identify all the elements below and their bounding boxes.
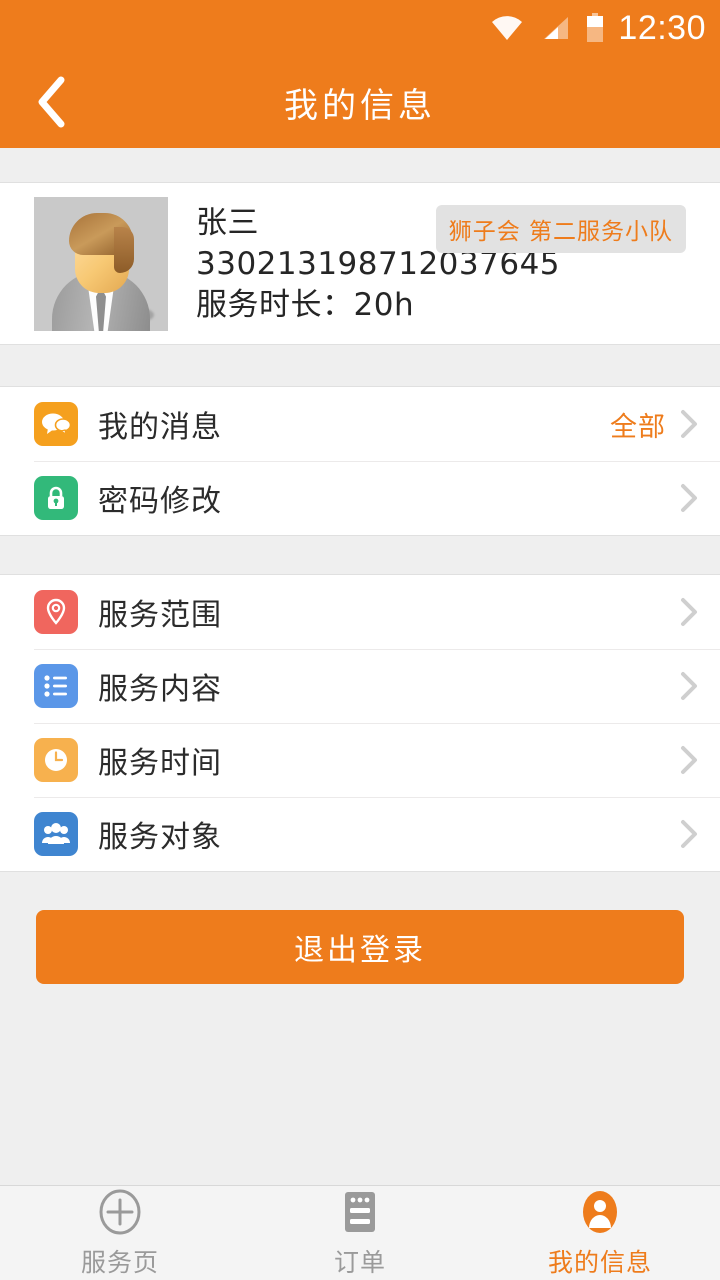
menu-item-value: 全部 — [610, 411, 666, 443]
logout-button[interactable]: 退出登录 — [36, 910, 684, 984]
menu-item-service-time[interactable]: 服务时间 — [0, 723, 720, 797]
tab-label: 服务页 — [80, 1247, 159, 1277]
app-header: 我的信息 — [0, 56, 720, 148]
wifi-icon — [492, 16, 523, 40]
lock-icon — [34, 476, 78, 520]
avatar[interactable] — [34, 197, 168, 331]
map-pin-icon — [34, 590, 78, 634]
bottom-tab-bar: 服务页 订单 我的信息 — [0, 1185, 720, 1280]
team-badge: 狮子会 第二服务小队 — [435, 205, 686, 253]
tab-label: 我的信息 — [547, 1247, 652, 1277]
menu-group-messages: 我的消息 全部 密码修改 — [0, 386, 720, 536]
profile-service-hours: 服务时长：20h — [196, 287, 415, 324]
status-bar: 12:30 — [0, 0, 720, 56]
menu-item-service-area[interactable]: 服务范围 — [0, 575, 720, 649]
chevron-right-icon — [681, 410, 697, 438]
clock-icon — [34, 738, 78, 782]
app-root: 12:30 我的信息 张三 330213198712037645 服务时长：20… — [0, 0, 720, 1280]
profile-row: 张三 330213198712037645 服务时长：20h 狮子会 第二服务小… — [0, 183, 720, 344]
menu-item-my-messages[interactable]: 我的消息 全部 — [0, 387, 720, 461]
chevron-left-icon — [38, 76, 65, 128]
chevron-right-icon — [681, 672, 697, 700]
logout-section: 退出登录 — [0, 872, 720, 984]
chat-bubbles-icon — [34, 402, 78, 446]
menu-item-label: 服务范围 — [98, 598, 222, 633]
tab-my-info[interactable]: 我的信息 — [480, 1186, 720, 1280]
menu-item-label: 服务时间 — [98, 746, 222, 781]
chevron-right-icon — [681, 598, 697, 626]
tab-label: 订单 — [333, 1247, 386, 1277]
profile-card[interactable]: 张三 330213198712037645 服务时长：20h 狮子会 第二服务小… — [0, 182, 720, 345]
menu-item-service-content[interactable]: 服务内容 — [0, 649, 720, 723]
menu-item-label: 服务对象 — [98, 820, 222, 855]
chevron-right-icon — [681, 820, 697, 848]
people-icon — [34, 812, 78, 856]
menu-item-label: 服务内容 — [98, 672, 222, 707]
battery-icon — [587, 13, 604, 42]
chevron-right-icon — [681, 484, 697, 512]
menu-item-label: 密码修改 — [98, 484, 222, 519]
section-gap — [0, 345, 720, 386]
page-title: 我的信息 — [284, 85, 436, 126]
chevron-right-icon — [681, 746, 697, 774]
plus-circle-icon — [99, 1189, 141, 1234]
menu-item-label: 我的消息 — [98, 410, 222, 445]
cellular-signal-icon — [544, 17, 569, 39]
status-bar-icons — [490, 13, 604, 43]
person-icon — [583, 1190, 617, 1233]
section-gap — [0, 536, 720, 574]
menu-item-service-target[interactable]: 服务对象 — [0, 797, 720, 871]
tab-orders[interactable]: 订单 — [240, 1186, 480, 1280]
menu-item-change-password[interactable]: 密码修改 — [0, 461, 720, 535]
section-gap — [0, 148, 720, 182]
back-button[interactable] — [20, 71, 82, 133]
status-bar-clock: 12:30 — [618, 9, 706, 47]
menu-group-service: 服务范围 服务内容 服务时间 服务对象 — [0, 574, 720, 872]
document-icon — [345, 1191, 375, 1232]
tab-service-page[interactable]: 服务页 — [0, 1186, 240, 1280]
list-icon — [34, 664, 78, 708]
